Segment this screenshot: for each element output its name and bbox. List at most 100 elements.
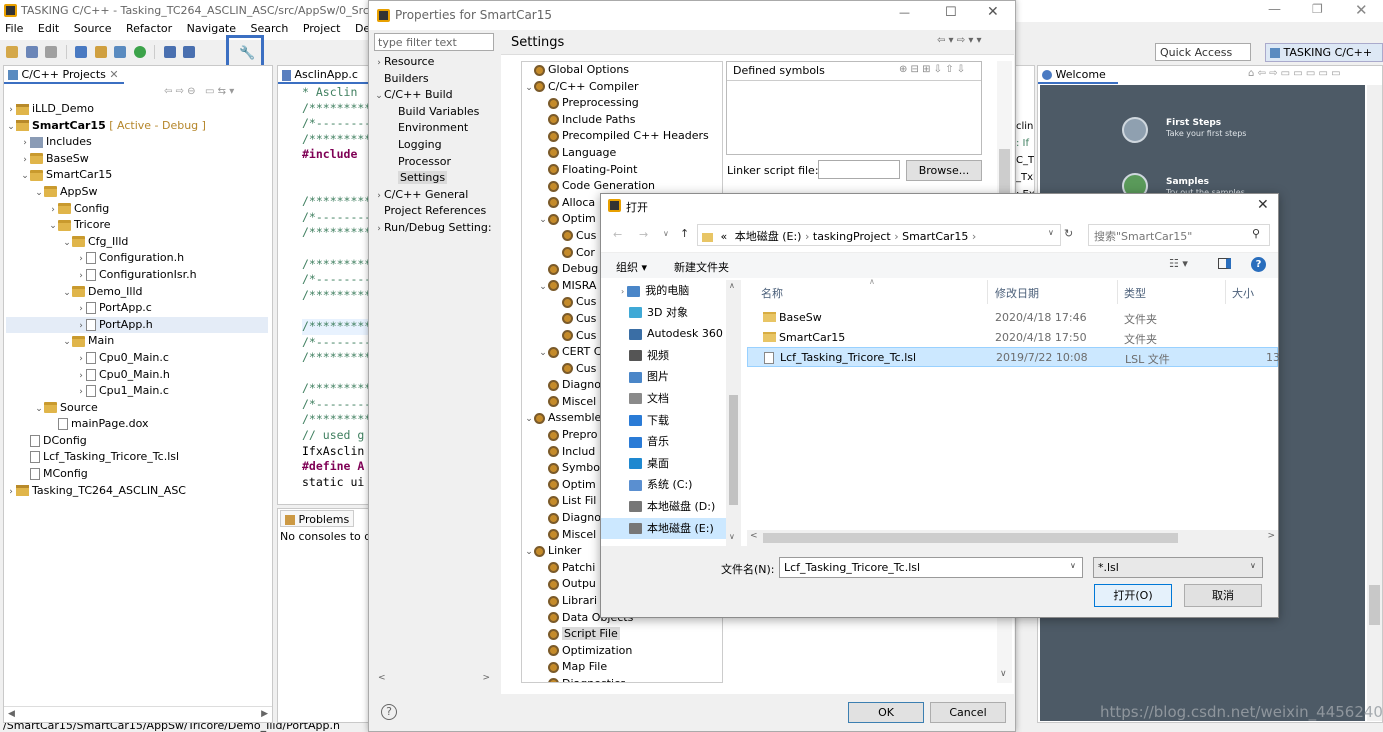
ide-maximize-icon[interactable]: ❐ xyxy=(1312,2,1323,16)
properties-nav-item[interactable]: Environment xyxy=(374,120,499,137)
tool-setting-item[interactable]: Optimization xyxy=(522,643,722,660)
ide-minimize-icon[interactable]: — xyxy=(1268,2,1281,17)
tree-row[interactable]: › Cpu0_Main.h xyxy=(6,367,268,384)
recent-dropdown-icon[interactable]: ∨ xyxy=(663,229,669,238)
menu-project[interactable]: Project xyxy=(303,22,341,35)
tool-setting-item[interactable]: Include Paths xyxy=(522,112,722,129)
nav-pane-item[interactable]: 本地磁盘 (E:) xyxy=(601,517,741,540)
tree-toggle-icon[interactable]: › xyxy=(76,251,86,267)
debug-icon[interactable] xyxy=(163,46,176,58)
tool-setting-item[interactable]: Floating-Point xyxy=(522,162,722,179)
tool-toggle-icon[interactable]: ⌄ xyxy=(524,80,534,96)
file-list-hscroll[interactable]: < > xyxy=(747,530,1278,546)
organize-button[interactable]: 组织 ▾ xyxy=(616,259,647,275)
tree-row[interactable]: Lcf_Tasking_Tricore_Tc.lsl xyxy=(6,449,268,466)
nav-pane-item[interactable]: 视频 xyxy=(601,345,741,367)
menu-refactor[interactable]: Refactor xyxy=(126,22,172,35)
filename-dropdown-icon[interactable]: ∨ xyxy=(1070,561,1076,570)
tool-setting-item[interactable]: Global Options xyxy=(522,62,722,79)
ide-close-icon[interactable]: ✕ xyxy=(1355,1,1368,19)
tree-row[interactable]: mainPage.dox xyxy=(6,416,268,433)
tree-toggle-icon[interactable]: ⌄ xyxy=(34,401,44,417)
view-options-icon[interactable]: ☷ ▾ xyxy=(1169,257,1188,270)
tree-row[interactable]: ⌄ SmartCar15 [ Active - Debug ] xyxy=(6,118,268,135)
nav-toggle-icon[interactable]: ⌄ xyxy=(374,88,384,104)
up-arrow-icon[interactable]: ↑ xyxy=(680,227,689,240)
tree-row[interactable]: › Cpu0_Main.c xyxy=(6,350,268,367)
nav-pane-item[interactable]: Autodesk 360 xyxy=(601,323,741,345)
save-icon[interactable] xyxy=(25,46,38,58)
tree-toggle-icon[interactable]: ⌄ xyxy=(62,235,72,251)
tool-toggle-icon[interactable]: ⌄ xyxy=(524,411,534,427)
tree-row[interactable]: › Config xyxy=(6,201,268,218)
tree-toggle-icon[interactable]: ⌄ xyxy=(62,285,72,301)
projects-tab[interactable]: C/C++ Projects ✕ xyxy=(4,66,124,84)
tree-row[interactable]: ⌄ AppSw xyxy=(6,184,268,201)
save-all-icon[interactable] xyxy=(45,46,57,58)
properties-nav-hscroll[interactable]: < > xyxy=(374,672,494,686)
back-arrow-icon[interactable]: ← xyxy=(613,228,622,241)
filetype-dropdown-icon[interactable]: ∨ xyxy=(1250,561,1256,570)
help-circle-icon[interactable]: ? xyxy=(1251,257,1266,272)
symbols-toolbar[interactable]: ⊕ ⊟ ⊞ ⇩ ⇧ ⇩ xyxy=(899,64,965,75)
menu-search[interactable]: Search xyxy=(251,22,289,35)
tool-setting-item[interactable]: ⌄ C/C++ Compiler xyxy=(522,79,722,96)
properties-maximize-icon[interactable]: ☐ xyxy=(945,5,957,20)
tree-row[interactable]: › PortApp.c xyxy=(6,300,268,317)
properties-close-icon[interactable]: ✕ xyxy=(987,4,999,20)
column-date[interactable]: 修改日期 xyxy=(995,285,1039,301)
ok-button[interactable]: OK xyxy=(848,702,924,723)
tree-toggle-icon[interactable]: ⌄ xyxy=(48,218,58,234)
open-cancel-button[interactable]: 取消 xyxy=(1184,584,1262,607)
tree-toggle-icon[interactable]: › xyxy=(76,384,86,400)
nav-pane-item[interactable]: 音乐 xyxy=(601,431,741,453)
tree-toggle-icon[interactable]: › xyxy=(20,135,30,151)
expand-icon[interactable]: › xyxy=(621,287,624,296)
tree-row[interactable]: › PortApp.h xyxy=(6,316,268,334)
cancel-button[interactable]: Cancel xyxy=(930,702,1006,723)
properties-nav-item[interactable]: Settings xyxy=(374,170,499,187)
tree-toggle-icon[interactable]: › xyxy=(48,202,58,218)
tool-toggle-icon[interactable]: ⌄ xyxy=(538,212,548,228)
address-dropdown-icon[interactable]: ∨ xyxy=(1048,228,1054,237)
menu-file[interactable]: File xyxy=(5,22,23,35)
tree-row[interactable]: › Tasking_TC264_ASCLIN_ASC xyxy=(6,483,268,500)
tree-row[interactable]: › BaseSw xyxy=(6,151,268,168)
file-row[interactable]: SmartCar15 2020/4/18 17:50 文件夹 xyxy=(747,328,1278,348)
forward-arrow-icon[interactable]: → xyxy=(639,228,648,241)
tree-row[interactable]: ⌄ Tricore xyxy=(6,217,268,234)
run-icon[interactable] xyxy=(183,46,195,58)
column-type[interactable]: 类型 xyxy=(1124,285,1146,301)
tree-toggle-icon[interactable]: › xyxy=(76,351,86,367)
properties-nav-item[interactable]: Logging xyxy=(374,137,499,154)
tool-setting-item[interactable]: Language xyxy=(522,145,722,162)
tree-toggle-icon[interactable]: › xyxy=(76,301,86,317)
refresh-icon[interactable] xyxy=(133,46,146,58)
tool-setting-item[interactable]: Map File xyxy=(522,659,722,676)
filetype-select[interactable]: *.lsl ∨ xyxy=(1093,557,1263,578)
first-steps-icon[interactable] xyxy=(1122,117,1148,143)
address-refresh-icon[interactable]: ↻ xyxy=(1064,227,1073,240)
column-name[interactable]: 名称 xyxy=(761,285,783,301)
tree-row[interactable]: MConfig xyxy=(6,466,268,483)
tree-toggle-icon[interactable]: › xyxy=(6,484,16,500)
tree-row[interactable]: › Includes xyxy=(6,134,268,151)
address-bar[interactable]: « 本地磁盘 (E:) › taskingProject › SmartCar1… xyxy=(697,224,1061,246)
tree-toggle-icon[interactable]: ⌄ xyxy=(20,168,30,184)
nav-pane-item[interactable]: 3D 对象 xyxy=(601,302,741,324)
properties-nav-item[interactable]: › C/C++ General xyxy=(374,187,499,204)
tree-row[interactable]: DConfig xyxy=(6,433,268,450)
address-segment-folder[interactable]: SmartCar15 xyxy=(902,230,968,243)
tree-row[interactable]: › iLLD_Demo xyxy=(6,101,268,118)
tree-toggle-icon[interactable]: › xyxy=(6,102,16,118)
filename-input[interactable]: Lcf_Tasking_Tricore_Tc.lsl ∨ xyxy=(779,557,1083,578)
nav-toggle-icon[interactable]: › xyxy=(374,55,384,71)
open-close-icon[interactable]: ✕ xyxy=(1257,197,1269,213)
address-segment-project[interactable]: taskingProject xyxy=(813,230,891,243)
tree-row[interactable]: › Cpu1_Main.c xyxy=(6,383,268,400)
tree-row[interactable]: › Configuration.h xyxy=(6,250,268,267)
nav-pane-item[interactable]: 桌面 xyxy=(601,453,741,475)
tree-toggle-icon[interactable]: › xyxy=(76,268,86,284)
tree-row[interactable]: › ConfigurationIsr.h xyxy=(6,267,268,284)
tree-toggle-icon[interactable]: › xyxy=(76,318,86,334)
